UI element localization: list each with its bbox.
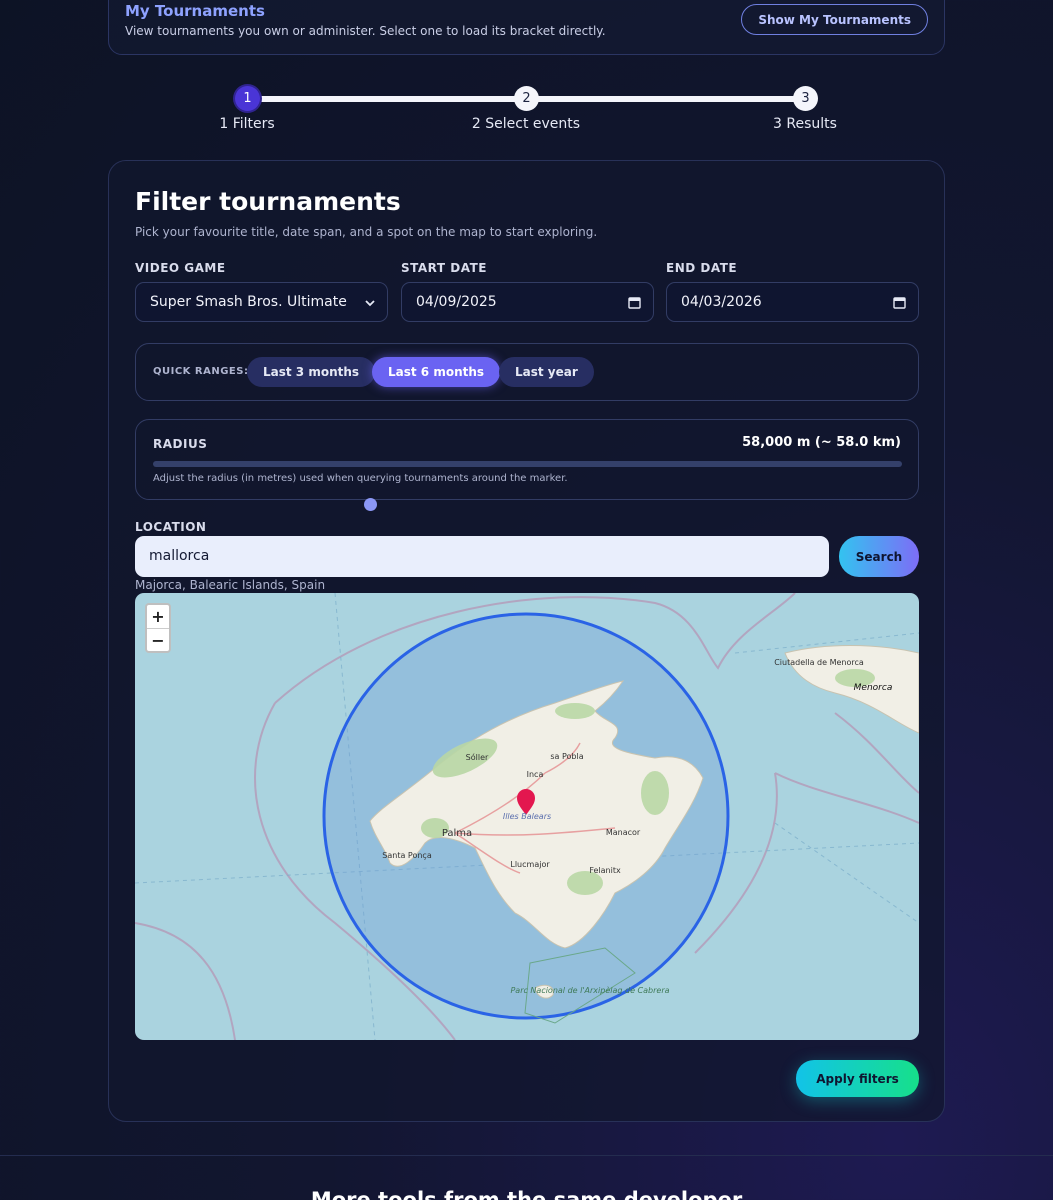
step-1-circle[interactable]: 1 — [235, 86, 260, 111]
map-label-inca: Inca — [527, 770, 544, 779]
location-search-input[interactable] — [135, 536, 829, 577]
map-label-manacor: Manacor — [606, 828, 641, 837]
start-date-input[interactable]: 04/09/2025 — [401, 282, 654, 322]
start-date-label: START DATE — [401, 261, 487, 275]
quick-ranges-label: QUICK RANGES: — [153, 366, 249, 377]
map-label-palma: Palma — [442, 828, 472, 839]
quick-range-3-months-button[interactable]: Last 3 months — [247, 357, 376, 387]
filter-card: Filter tournaments Pick your favourite t… — [108, 160, 945, 1122]
step-2-label: 2 Select events — [471, 116, 581, 132]
radius-slider-thumb[interactable] — [364, 498, 378, 511]
location-search-button[interactable]: Search — [839, 536, 919, 577]
map-label-felanitx: Felanitx — [589, 866, 621, 875]
start-date-value: 04/09/2025 — [416, 294, 497, 310]
end-date-input[interactable]: 04/03/2026 — [666, 282, 919, 322]
end-date-label: END DATE — [666, 261, 738, 275]
end-date-value: 04/03/2026 — [681, 294, 762, 310]
map-zoom-control: + − — [145, 603, 171, 653]
calendar-icon[interactable] — [628, 283, 641, 321]
map-label-sa-pobla: sa Pobla — [550, 752, 583, 761]
my-tournaments-card: My Tournaments View tournaments you own … — [108, 0, 945, 55]
location-result-text: Majorca, Balearic Islands, Spain — [135, 578, 326, 592]
my-tournaments-title: My Tournaments — [125, 2, 265, 20]
map-label-santa-ponca: Santa Ponça — [382, 851, 432, 860]
map-label-cabrera: Parc Nacional de l'Arxipèlag de Cabrera — [510, 985, 669, 995]
location-label: LOCATION — [135, 520, 207, 534]
quick-range-last-year-button[interactable]: Last year — [499, 357, 594, 387]
video-game-select[interactable]: Super Smash Bros. Ultimate — [135, 282, 388, 322]
map-label-llucmajor: Llucmajor — [510, 860, 550, 869]
quick-range-6-months-button[interactable]: Last 6 months — [372, 357, 501, 387]
radius-help-text: Adjust the radius (in metres) used when … — [153, 473, 568, 484]
zoom-out-button[interactable]: − — [147, 628, 169, 651]
page-title: Filter tournaments — [135, 187, 401, 216]
video-game-label: VIDEO GAME — [135, 261, 226, 275]
more-tools-title: More tools from the same developer — [310, 1188, 743, 1200]
my-tournaments-description: View tournaments you own or administer. … — [125, 24, 606, 38]
map-label-ciutadella: Ciutadella de Menorca — [774, 658, 864, 667]
page-subtitle: Pick your favourite title, date span, an… — [135, 225, 598, 239]
chevron-down-icon — [365, 283, 375, 321]
step-3-label: 3 Results — [773, 116, 837, 132]
step-3-circle[interactable]: 3 — [793, 86, 818, 111]
step-1-label: 1 Filters — [219, 116, 275, 132]
map-label-illes-balears: Illes Balears — [503, 812, 551, 821]
show-my-tournaments-button[interactable]: Show My Tournaments — [741, 4, 928, 35]
radius-label: RADIUS — [153, 437, 208, 451]
location-map[interactable]: Ciutadella de Menorca Menorca Sóller sa … — [135, 593, 919, 1040]
section-divider — [0, 1155, 1053, 1156]
radius-slider-track[interactable] — [153, 461, 902, 511]
step-2-circle[interactable]: 2 — [514, 86, 539, 111]
progress-stepper: 1 2 3 1 Filters 2 Select events 3 Result… — [0, 84, 1053, 144]
radius-value: 58,000 m (~ 58.0 km) — [742, 435, 901, 450]
map-tiles[interactable]: Ciutadella de Menorca Menorca Sóller sa … — [135, 593, 919, 1040]
apply-filters-button[interactable]: Apply filters — [796, 1060, 919, 1097]
zoom-in-button[interactable]: + — [147, 605, 169, 628]
map-label-menorca: Menorca — [854, 683, 893, 693]
video-game-value: Super Smash Bros. Ultimate — [150, 294, 347, 310]
map-label-soller: Sóller — [466, 752, 489, 762]
quick-ranges-panel: QUICK RANGES: Last 3 months Last 6 month… — [135, 343, 919, 401]
radius-panel: RADIUS 58,000 m (~ 58.0 km) Adjust the r… — [135, 419, 919, 511]
calendar-icon[interactable] — [893, 283, 906, 321]
